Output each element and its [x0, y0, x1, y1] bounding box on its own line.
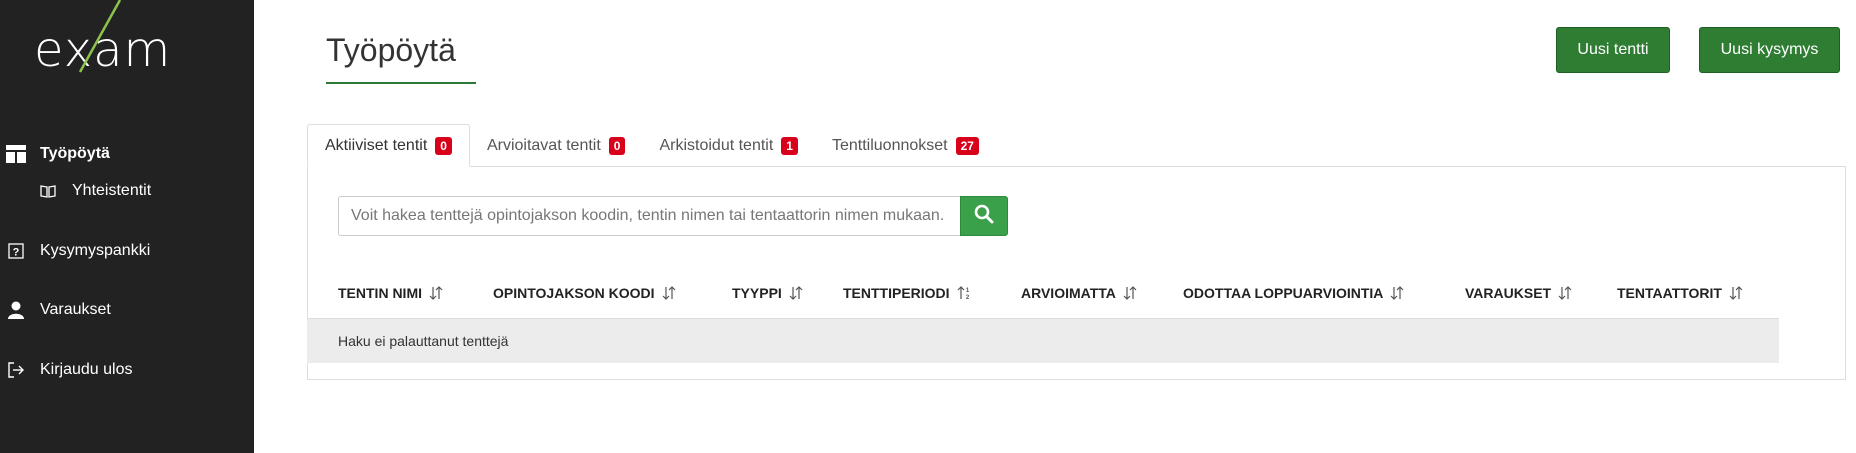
- sidebar-item-yhteistentit[interactable]: Yhteistentit: [0, 176, 151, 206]
- sort-icon: [1558, 286, 1572, 300]
- column-header-varaukset[interactable]: VARAUKSET: [1465, 285, 1572, 301]
- column-header-arvioimatta[interactable]: ARVIOIMATTA: [1021, 285, 1137, 301]
- new-exam-button[interactable]: Uusi tentti: [1556, 27, 1670, 73]
- column-header-label: VARAUKSET: [1465, 285, 1552, 301]
- sidebar-item-label: Yhteistentit: [72, 182, 152, 199]
- svg-text:1: 1: [965, 288, 969, 294]
- exam-tabs: Aktiiviset tentit 0 Arvioitavat tentit 0…: [307, 124, 996, 167]
- sidebar-item-kysymyspankki[interactable]: ? Kysymyspankki: [0, 236, 150, 266]
- app-root: exam Työpöytä Yhteistentit ? Kysymyspank…: [0, 0, 1856, 453]
- search-button[interactable]: [960, 196, 1008, 236]
- tab-count-badge: 0: [435, 136, 452, 155]
- book-icon: [38, 181, 58, 201]
- sidebar-item-label: Varaukset: [40, 301, 111, 318]
- sidebar-item-label: Kirjaudu ulos: [40, 361, 133, 378]
- sort-icon: [1390, 286, 1404, 300]
- table-empty-row: Haku ei palauttanut tenttejä: [307, 318, 1779, 363]
- sidebar-item-tyopoyta[interactable]: Työpöytä: [0, 139, 110, 169]
- sidebar: exam Työpöytä Yhteistentit ? Kysymyspank…: [0, 0, 254, 453]
- svg-text:?: ?: [13, 247, 20, 259]
- user-icon: [6, 300, 26, 320]
- page-title: Työpöytä: [326, 32, 456, 68]
- tab-label: Tenttiluonnokset: [831, 136, 948, 154]
- dashboard-icon: [6, 144, 26, 164]
- sidebar-item-label: Kysymyspankki: [40, 242, 151, 259]
- tab-aktiiviset-tentit[interactable]: Aktiiviset tentit 0: [307, 124, 470, 167]
- svg-text:2: 2: [965, 295, 969, 300]
- sidebar-item-varaukset[interactable]: Varaukset: [0, 295, 111, 325]
- column-header-label: ODOTTAA LOPPUARVIOINTIA: [1183, 285, 1384, 301]
- tab-arvioitavat-tentit[interactable]: Arvioitavat tentit 0: [470, 124, 643, 167]
- sort-icon: [662, 286, 676, 300]
- exam-search-input[interactable]: [338, 196, 960, 236]
- empty-message: Haku ei palauttanut tenttejä: [338, 333, 509, 349]
- logo-accent-stroke: [78, 0, 122, 73]
- tab-label: Arvioitavat tentit: [486, 136, 601, 154]
- column-header-label: OPINTOJAKSON KOODI: [493, 285, 655, 301]
- sort-icon: [1123, 286, 1137, 300]
- tab-label: Arkistoidut tentit: [659, 136, 774, 154]
- sidebar-item-label: Työpöytä: [40, 145, 110, 162]
- title-underline: [326, 82, 476, 84]
- column-header-label: TENTTIPERIODI: [843, 285, 950, 301]
- column-header-tentaattorit[interactable]: TENTAATTORIT: [1617, 285, 1743, 301]
- sort-icon: [789, 286, 803, 300]
- new-question-button[interactable]: Uusi kysymys: [1699, 27, 1840, 73]
- tab-label: Aktiiviset tentit: [325, 136, 428, 154]
- column-header-opintojakson-koodi[interactable]: OPINTOJAKSON KOODI: [493, 285, 676, 301]
- column-header-tyyppi[interactable]: TYYPPI: [732, 285, 803, 301]
- tab-count-badge: 0: [608, 136, 626, 155]
- column-header-label: TENTAATTORIT: [1617, 285, 1722, 301]
- logout-icon: [6, 360, 26, 380]
- tab-tenttiluonnokset[interactable]: Tenttiluonnokset 27: [815, 124, 996, 167]
- question-box-icon: ?: [6, 241, 26, 261]
- sidebar-item-kirjaudu-ulos[interactable]: Kirjaudu ulos: [0, 355, 133, 385]
- tab-count-badge: 1: [781, 136, 798, 155]
- column-header-label: TENTIN NIMI: [338, 285, 422, 301]
- sort-icon: [1729, 286, 1743, 300]
- sort-numeric-icon: 12: [957, 286, 971, 300]
- search-icon: [974, 204, 994, 229]
- column-header-tenttiperiodi[interactable]: TENTTIPERIODI 12: [843, 285, 971, 301]
- column-header-label: TYYPPI: [732, 285, 782, 301]
- column-header-label: ARVIOIMATTA: [1021, 285, 1116, 301]
- column-header-tentin-nimi[interactable]: TENTIN NIMI: [338, 285, 443, 301]
- exam-logo[interactable]: exam: [34, 0, 194, 80]
- column-header-odottaa-loppuarviointia[interactable]: ODOTTAA LOPPUARVIOINTIA: [1183, 285, 1404, 301]
- tab-count-badge: 27: [955, 136, 979, 155]
- tab-arkistoidut-tentit[interactable]: Arkistoidut tentit 1: [642, 124, 815, 167]
- sort-icon: [429, 286, 443, 300]
